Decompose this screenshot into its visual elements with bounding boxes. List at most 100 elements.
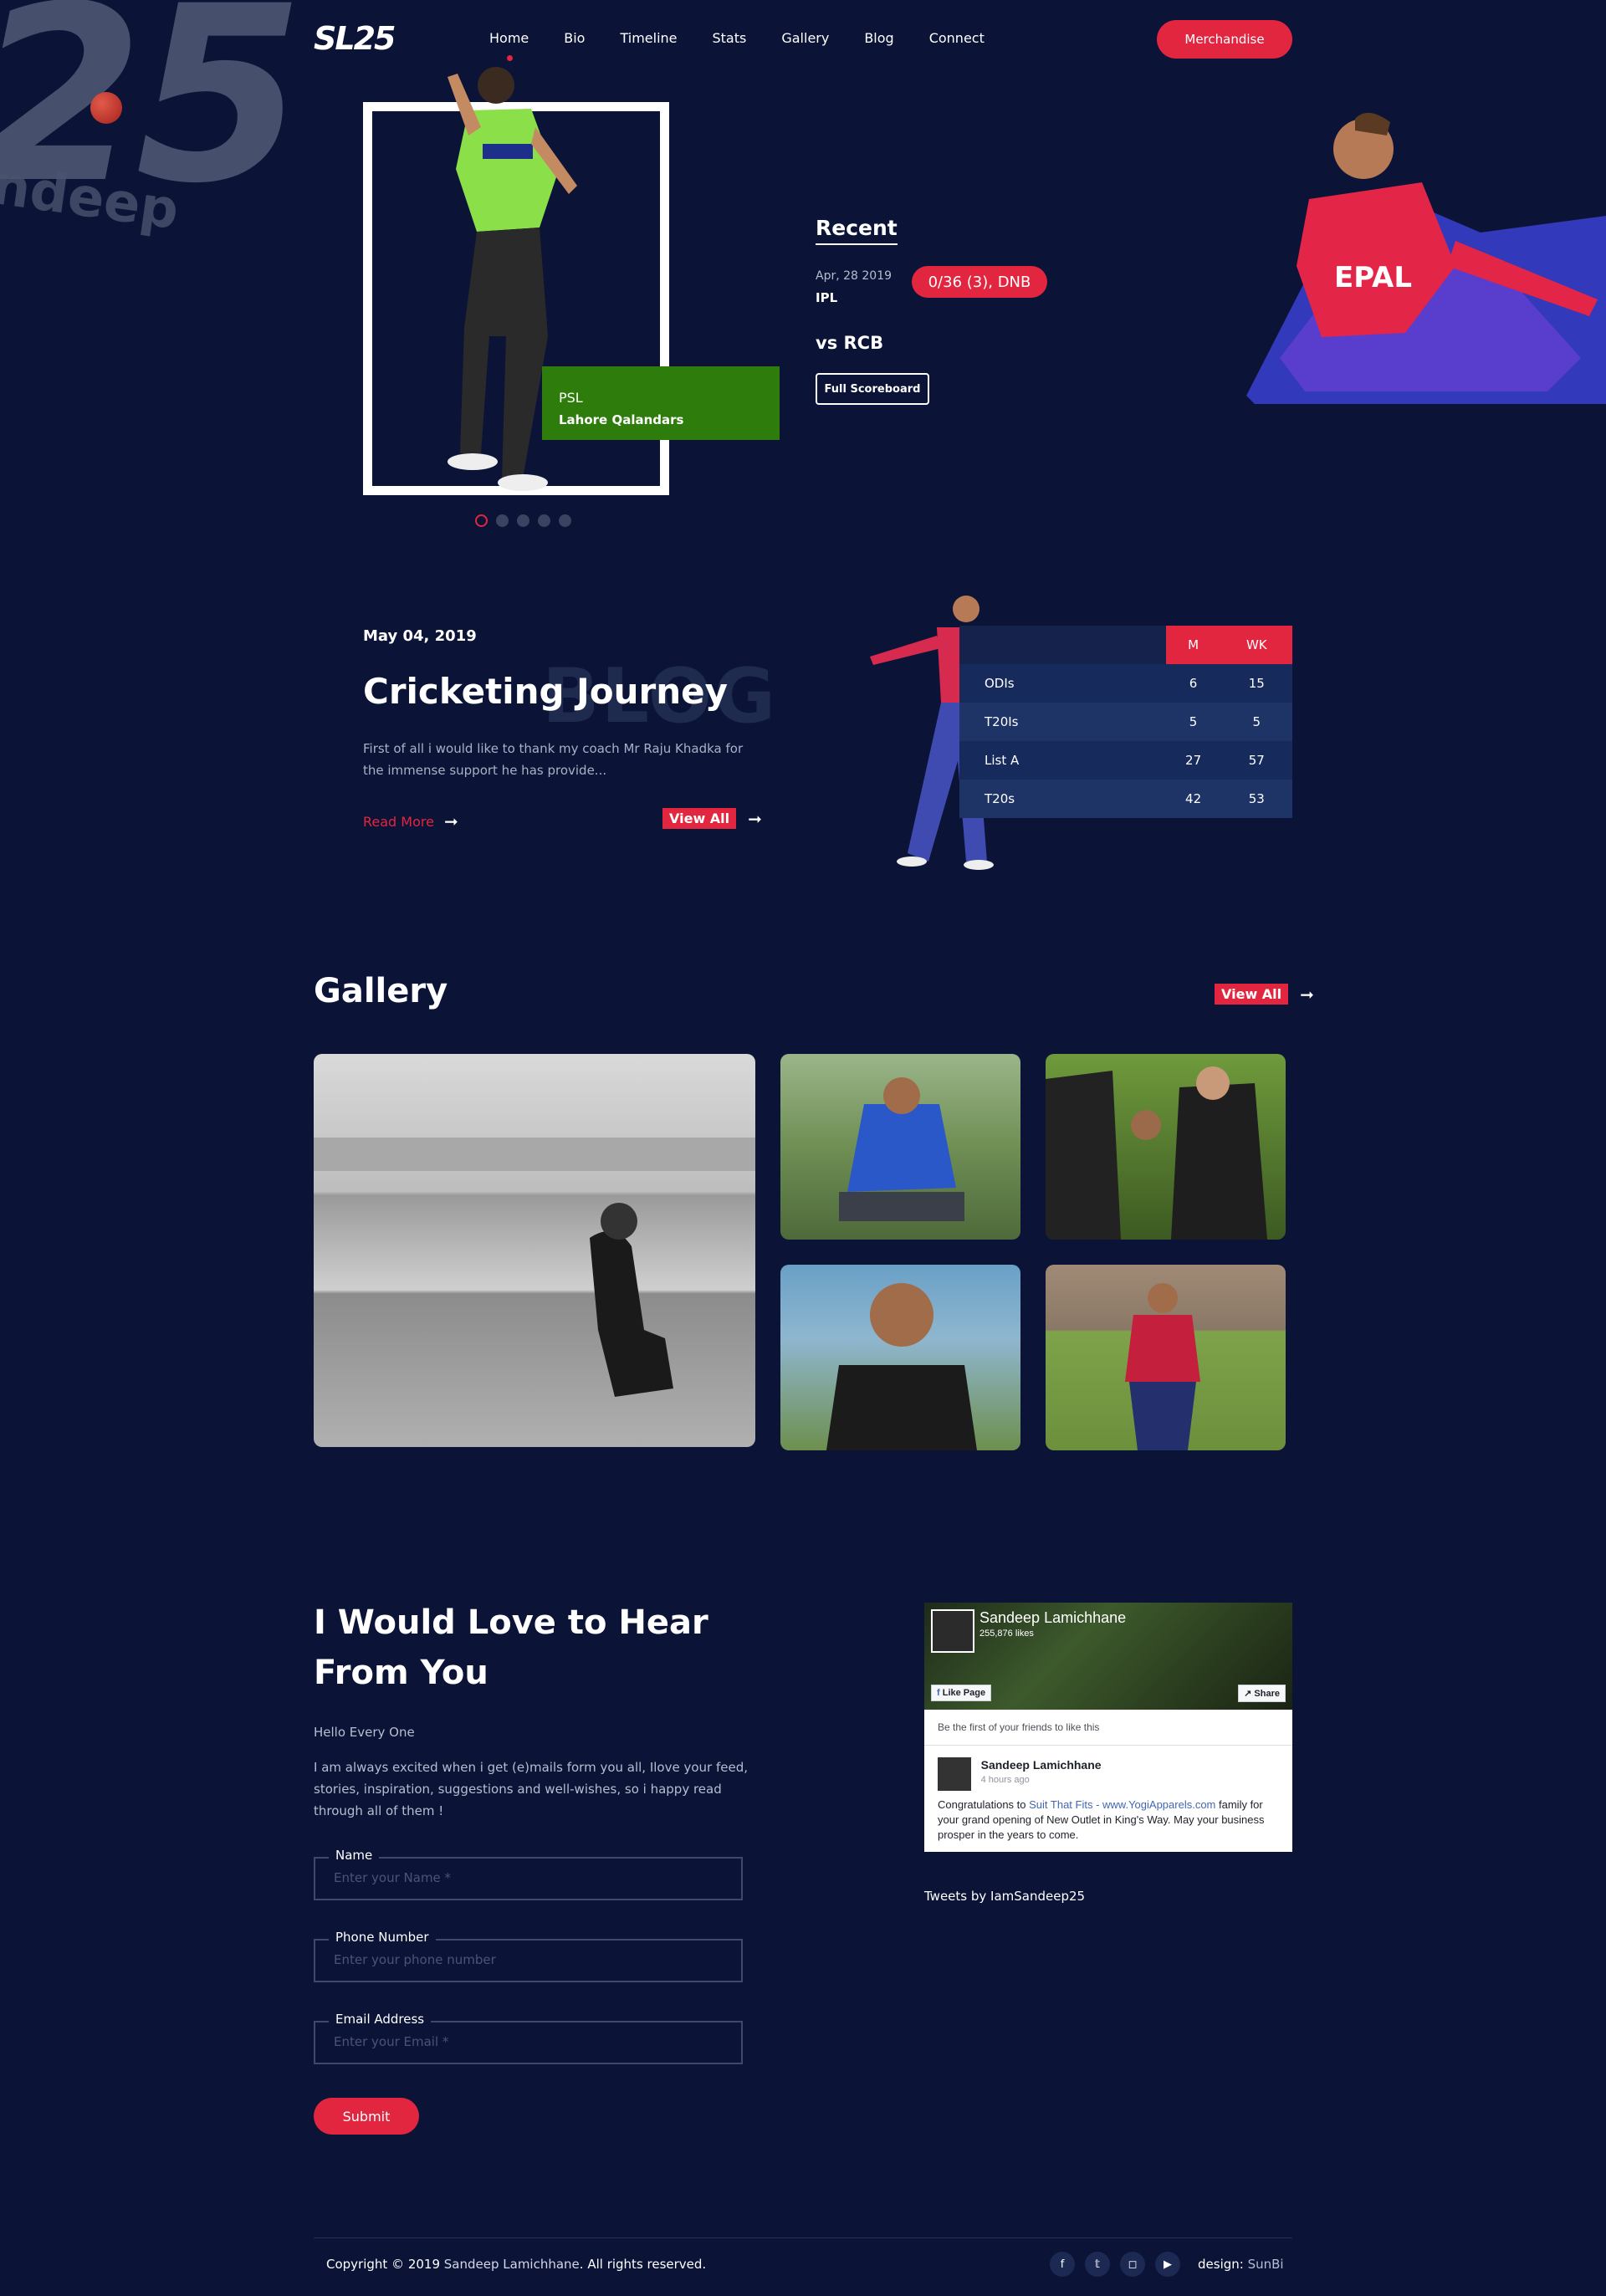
fb-post-link[interactable]: Suit That Fits - www.YogiApparels.com	[1029, 1798, 1215, 1811]
phone-placeholder: Enter your phone number	[334, 1952, 496, 1967]
phone-field[interactable]: Phone Number Enter your phone number	[314, 1930, 743, 1982]
slider-dot[interactable]	[538, 514, 550, 527]
fb-like-page-button[interactable]: f Like Page	[931, 1685, 992, 1701]
fb-share-label: Share	[1254, 1689, 1280, 1699]
share-icon: ↗	[1244, 1689, 1255, 1699]
merchandise-button[interactable]: Merchandise	[1157, 20, 1292, 59]
blog-title[interactable]: Cricketing Journey	[363, 671, 728, 712]
slider-dot[interactable]	[475, 514, 488, 527]
nav-gallery[interactable]: Gallery	[781, 30, 829, 46]
phone-label: Phone Number	[329, 1930, 436, 1945]
wickets-cell: 53	[1220, 780, 1292, 818]
format-cell: List A	[959, 741, 1166, 780]
avatar[interactable]	[931, 1609, 974, 1653]
slider-dot[interactable]	[496, 514, 509, 527]
slider-dot[interactable]	[559, 514, 571, 527]
fb-likes-count: 255,876 likes	[979, 1629, 1034, 1639]
svg-text:EPAL: EPAL	[1334, 261, 1412, 294]
name-label: Name	[329, 1848, 380, 1863]
recent-title: Recent	[816, 216, 898, 245]
recent-opponent: vs RCB	[816, 333, 884, 353]
fb-post-time[interactable]: 4 hours ago	[981, 1772, 1102, 1787]
view-all-label: View All	[662, 808, 737, 829]
format-cell: T20Is	[959, 703, 1166, 741]
fb-share-button[interactable]: ↗ Share	[1238, 1685, 1286, 1702]
fb-post-author[interactable]: Sandeep Lamichhane	[981, 1757, 1102, 1772]
copyright-name: Sandeep Lamichhane	[443, 2257, 580, 2272]
blog-date: May 04, 2019	[363, 627, 477, 645]
design-name: SunBi	[1247, 2257, 1284, 2272]
name-placeholder: Enter your Name *	[334, 1870, 452, 1885]
team-league: PSL	[559, 390, 583, 406]
gallery-photo-lakeside[interactable]	[314, 1054, 755, 1447]
fb-page-name[interactable]: Sandeep Lamichhane	[979, 1609, 1126, 1627]
wickets-cell: 57	[1220, 741, 1292, 780]
blog-excerpt: First of all i would like to thank my co…	[363, 741, 744, 778]
contact-body: I am always excited when i get (e)mails …	[314, 1760, 749, 1818]
submit-button[interactable]: Submit	[314, 2098, 419, 2135]
read-more-label: Read More	[363, 813, 434, 830]
nav-timeline[interactable]: Timeline	[620, 30, 677, 46]
fb-cover: Sandeep Lamichhane 255,876 likes f Like …	[924, 1603, 1292, 1710]
wickets-cell: 15	[1220, 664, 1292, 703]
tweets-link[interactable]: Tweets by IamSandeep25	[924, 1889, 1085, 1904]
avatar[interactable]	[938, 1757, 971, 1791]
copyright: Copyright © 2019 Sandeep Lamichhane. All…	[326, 2257, 706, 2272]
facebook-icon[interactable]: f	[1050, 2252, 1075, 2277]
social-links: f 𝕥 ◻ ▶	[1050, 2252, 1180, 2277]
table-row: List A 27 57	[959, 741, 1292, 780]
full-scoreboard-button[interactable]: Full Scoreboard	[816, 373, 929, 405]
team-name: Lahore Qalandars	[559, 412, 684, 427]
gallery-photo-thumbs-up[interactable]	[780, 1265, 1020, 1450]
email-label: Email Address	[329, 2012, 432, 2027]
facebook-page-widget[interactable]: Sandeep Lamichhane 255,876 likes f Like …	[924, 1603, 1292, 1852]
twitter-icon[interactable]: 𝕥	[1085, 2252, 1110, 2277]
contact-greeting: Hello Every One	[314, 1725, 415, 1740]
format-cell: T20s	[959, 780, 1166, 818]
read-more-link[interactable]: Read More ➞	[363, 811, 458, 831]
email-field[interactable]: Email Address Enter your Email *	[314, 2012, 743, 2064]
name-field[interactable]: Name Enter your Name *	[314, 1848, 743, 1900]
stats-header-wickets: WK	[1220, 626, 1292, 664]
design-credit: design: SunBi	[1198, 2257, 1284, 2272]
nav-bio[interactable]: Bio	[564, 30, 585, 46]
copyright-suffix: . All rights reserved.	[579, 2257, 707, 2272]
recent-league: IPL	[816, 290, 838, 305]
matches-cell: 6	[1165, 664, 1221, 703]
nav-home[interactable]: Home	[489, 30, 529, 61]
gallery-photo-sitting[interactable]	[780, 1054, 1020, 1240]
nav-blog[interactable]: Blog	[864, 30, 893, 46]
fb-friends-note: Be the first of your friends to like thi…	[924, 1710, 1292, 1746]
facebook-icon: f	[937, 1688, 943, 1698]
recent-date: Apr, 28 2019	[816, 269, 893, 283]
blog-view-all-link[interactable]: View All ➞	[662, 808, 762, 829]
format-cell: ODIs	[959, 664, 1166, 703]
contact-title: I Would Love to Hear From You	[314, 1603, 708, 1692]
instagram-icon[interactable]: ◻	[1120, 2252, 1145, 2277]
site-logo[interactable]: SL25	[314, 20, 396, 57]
nav-stats[interactable]: Stats	[713, 30, 747, 46]
slider-dots	[475, 514, 571, 527]
stats-header-matches: M	[1165, 626, 1221, 664]
gallery-photo-field[interactable]	[1046, 1265, 1286, 1450]
youtube-icon[interactable]: ▶	[1155, 2252, 1180, 2277]
nav-connect[interactable]: Connect	[929, 30, 985, 46]
stats-header-blank	[959, 626, 1166, 664]
email-placeholder: Enter your Email *	[334, 2034, 449, 2049]
player-nepal-image: EPAL	[1246, 112, 1606, 404]
gallery-photo-team[interactable]	[1046, 1054, 1286, 1240]
team-card: PSL Lahore Qalandars	[542, 366, 780, 440]
matches-cell: 42	[1165, 780, 1221, 818]
cricket-ball-icon	[90, 92, 122, 124]
design-label: design:	[1198, 2257, 1248, 2272]
gallery-view-all-link[interactable]: View All ➞	[1215, 984, 1314, 1005]
career-stats-table: M WK ODIs 6 15 T20Is 5 5 List A 27 57 T20s 42 53	[959, 626, 1292, 818]
view-all-label: View All	[1215, 984, 1289, 1005]
matches-cell: 27	[1165, 741, 1221, 780]
stats-header-row: M WK	[959, 626, 1292, 664]
gallery-title: Gallery	[314, 972, 448, 1010]
arrow-right-icon: ➞	[748, 808, 762, 829]
arrow-right-icon: ➞	[1300, 984, 1314, 1005]
wickets-cell: 5	[1220, 703, 1292, 741]
slider-dot[interactable]	[517, 514, 529, 527]
